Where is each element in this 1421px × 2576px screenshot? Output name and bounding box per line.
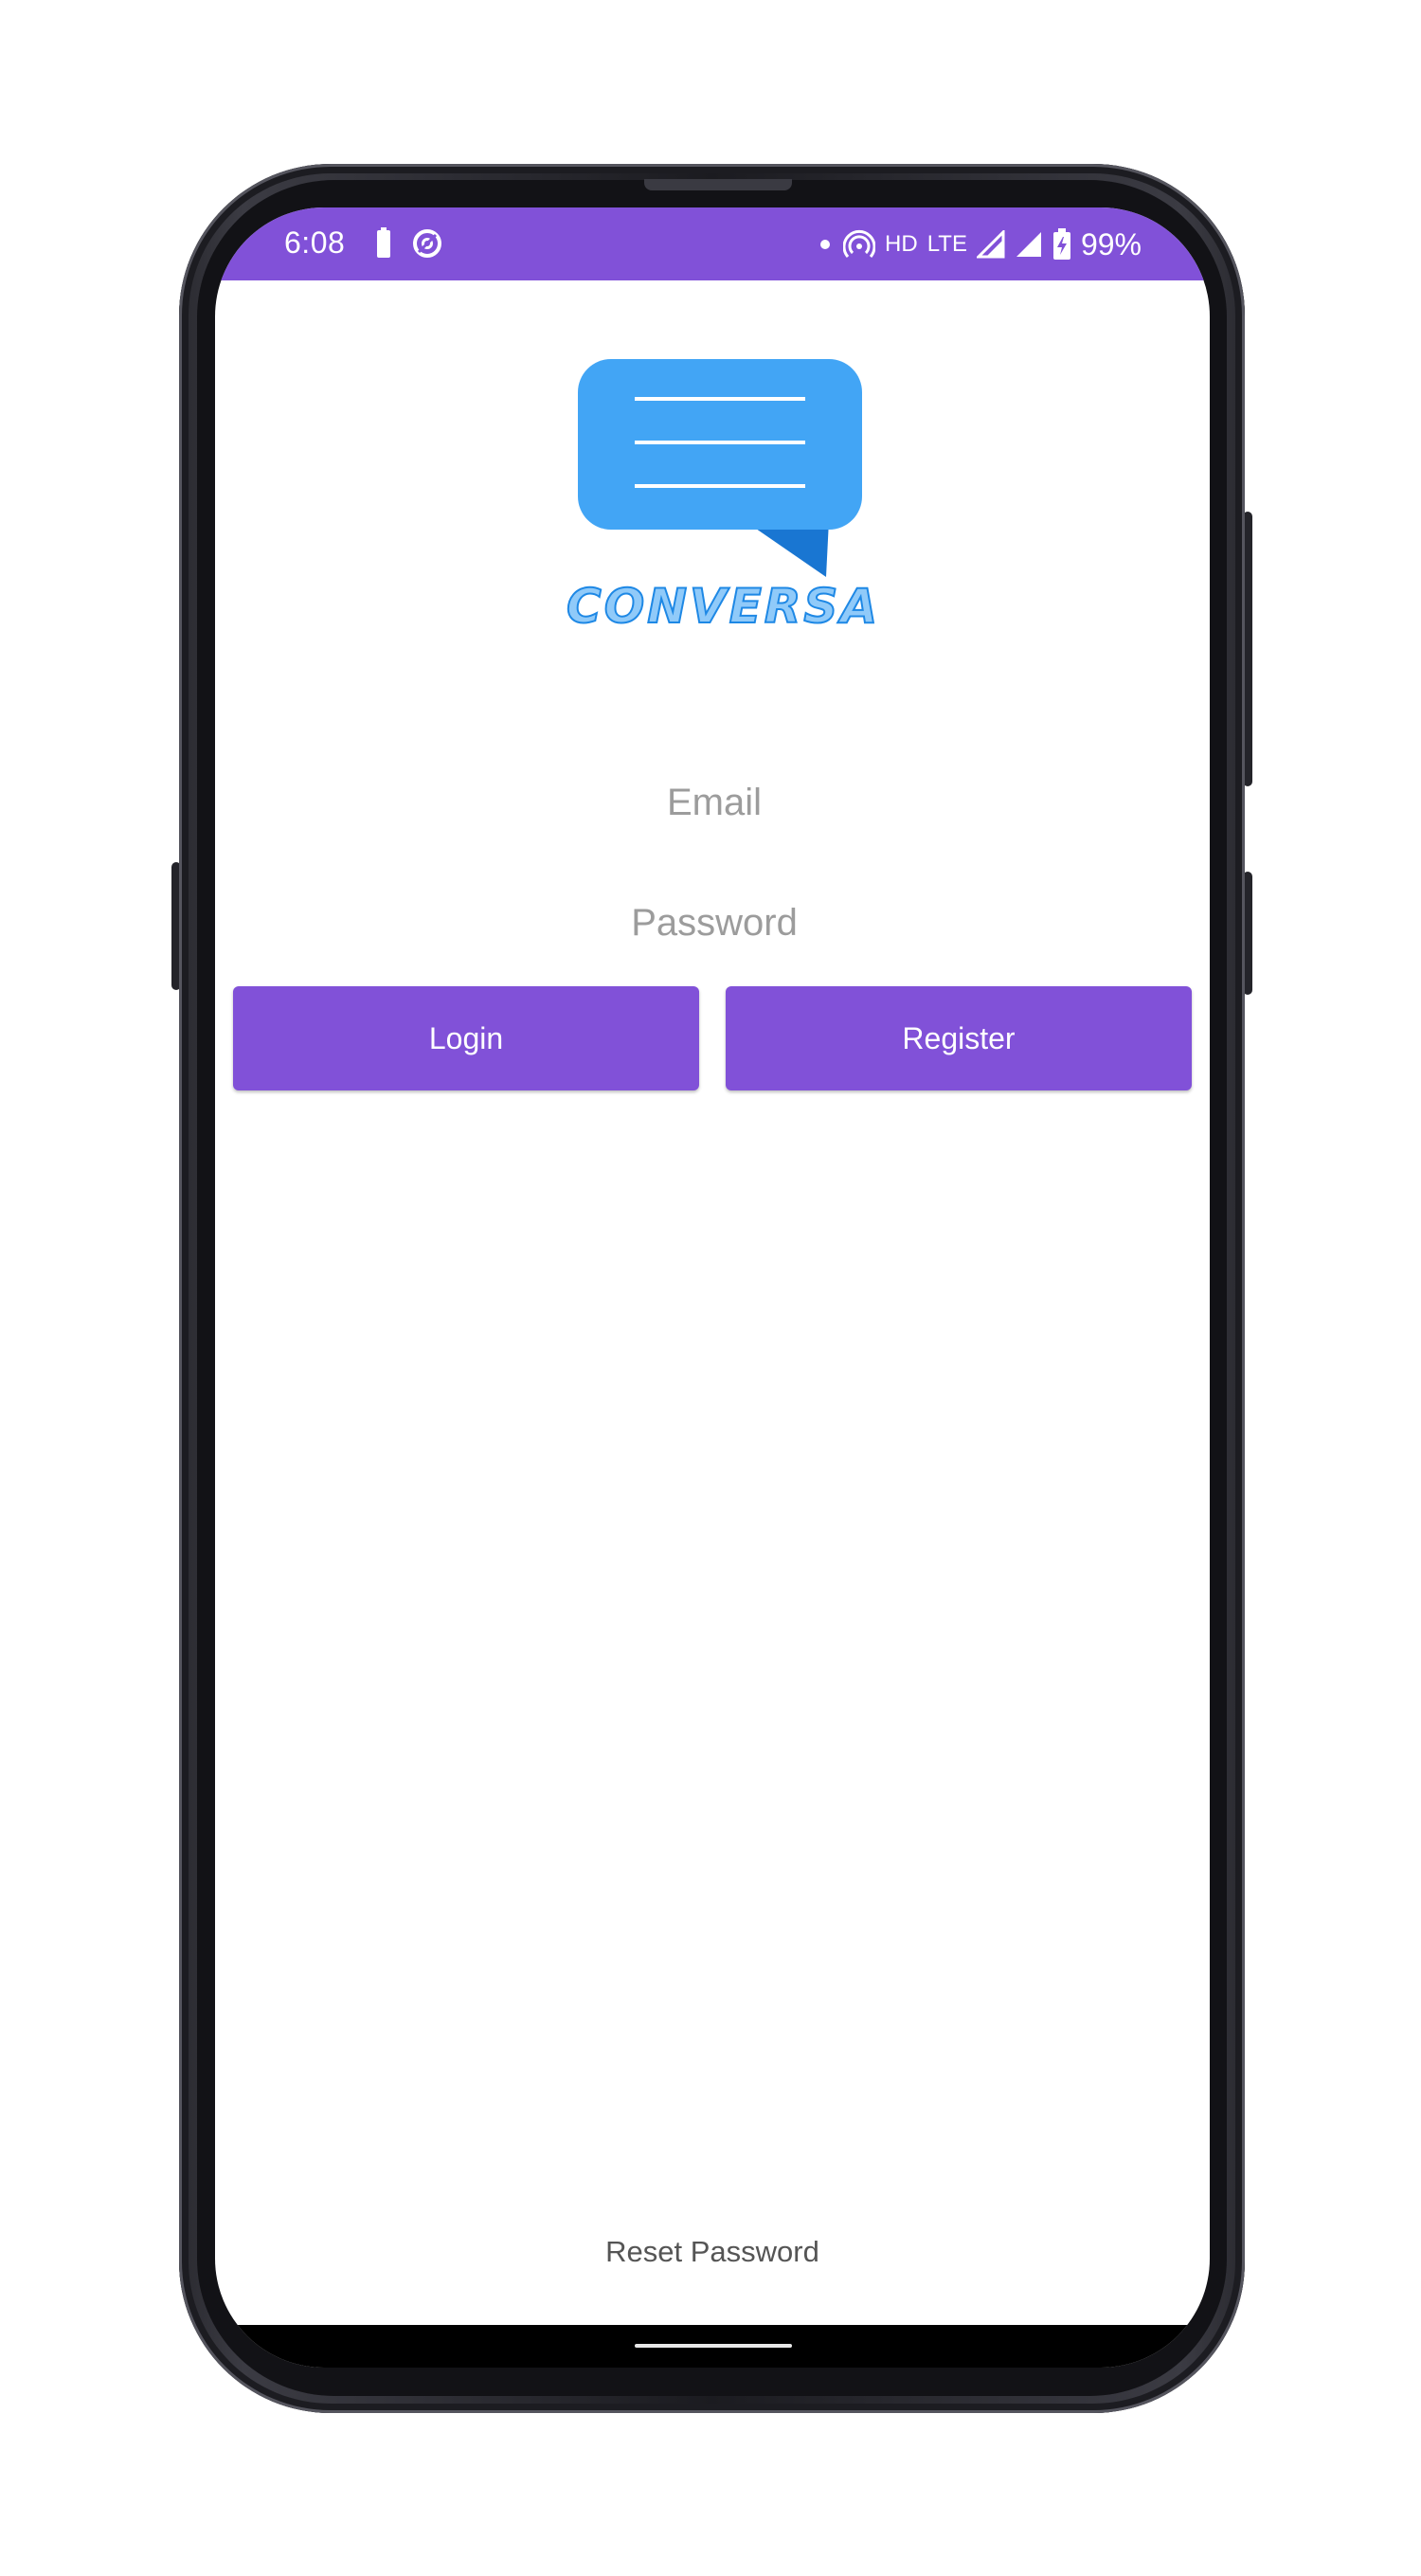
hotspot-icon [843, 229, 876, 258]
status-time: 6:08 [284, 225, 346, 260]
reset-password-link[interactable]: Reset Password [215, 2235, 1210, 2269]
hd-label: HD [885, 231, 918, 257]
battery-saver-icon [377, 227, 390, 258]
notification-dot-icon [820, 240, 831, 249]
status-bar: 6:08 HD LTE 99% [215, 207, 1210, 280]
app-screen: 6:08 HD LTE 99% CONVERSA Email Login Reg… [215, 207, 1210, 2368]
network-label: LTE [926, 231, 967, 257]
login-button[interactable]: Login [233, 986, 699, 1090]
email-field[interactable] [215, 764, 1210, 841]
password-field[interactable] [215, 884, 1210, 962]
battery-charging-icon [1052, 228, 1070, 260]
register-button[interactable]: Register [726, 986, 1192, 1090]
signal-icon [976, 230, 1005, 259]
battery-percentage: 99% [1080, 226, 1142, 261]
home-indicator[interactable] [635, 2344, 792, 2348]
app-logo-text: CONVERSA [566, 578, 881, 635]
phone-speaker [644, 179, 792, 190]
status-right-icons: HD LTE 99% [817, 225, 1142, 263]
status-left-icons [369, 226, 474, 261]
app-logo: CONVERSA [566, 359, 878, 635]
data-saver-icon [413, 229, 441, 258]
signal-icon [1016, 232, 1041, 257]
